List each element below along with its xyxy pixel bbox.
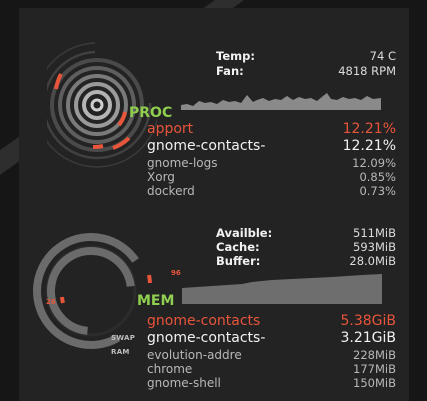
proc-item-5-name: dockerd	[147, 184, 195, 198]
fan-value: 4818 RPM	[338, 64, 396, 78]
temp-value: 74 C	[369, 49, 396, 63]
proc-top-1-name: apport	[147, 121, 194, 137]
mem-item-5-name: gnome-shell	[147, 376, 221, 390]
mem-available-label: Availble:	[216, 226, 273, 240]
mem-top-2-name: gnome-contacts-	[147, 330, 266, 346]
proc-item-4-value: 0.85%	[359, 170, 396, 184]
proc-item-5-value: 0.73%	[359, 184, 396, 198]
swap-ring-label: SWAP	[111, 334, 136, 342]
mem-item-4-value: 177MiB	[353, 362, 396, 376]
mem-item-3-name: evolution-addre	[147, 348, 242, 362]
mem-buffer-value: 28.0MiB	[349, 254, 396, 268]
cpu-usage-graph	[181, 93, 381, 110]
mem-used-percent: 96	[171, 269, 181, 277]
mem-top-1-name: gnome-contacts	[147, 313, 261, 329]
mem-item-5-value: 150MiB	[353, 376, 396, 390]
proc-item-3-name: gnome-logs	[147, 156, 218, 170]
mem-available-value: 511MiB	[353, 226, 396, 240]
mem-top-2-value: 3.21GiB	[340, 330, 396, 346]
proc-item-4-name: Xorg	[147, 170, 175, 184]
proc-top-1-value: 12.21%	[342, 121, 396, 137]
mem-item-4-name: chrome	[147, 362, 193, 376]
proc-top-2-value: 12.21%	[342, 138, 396, 154]
mem-buffer-label: Buffer:	[216, 254, 261, 268]
mem-cache-value: 593MiB	[353, 240, 396, 254]
mem-top-1-value: 5.38GiB	[340, 313, 396, 329]
mem-cache-label: Cache:	[216, 240, 260, 254]
ram-ring-label: RAM	[111, 348, 130, 356]
temp-label: Temp:	[216, 49, 255, 63]
mem-item-3-value: 228MiB	[353, 348, 396, 362]
proc-top-2-name: gnome-contacts-	[147, 138, 266, 154]
fan-label: Fan:	[216, 64, 244, 78]
mem-usage-graph	[182, 274, 382, 304]
proc-section-title: PROC	[129, 105, 173, 121]
swap-used-percent: 26	[46, 298, 56, 306]
mem-section-title: MEM	[137, 293, 175, 309]
proc-item-3-value: 12.09%	[352, 156, 396, 170]
conky-panel: Temp: 74 C Fan: 4818 RPM PROC apport 12.…	[19, 8, 409, 401]
